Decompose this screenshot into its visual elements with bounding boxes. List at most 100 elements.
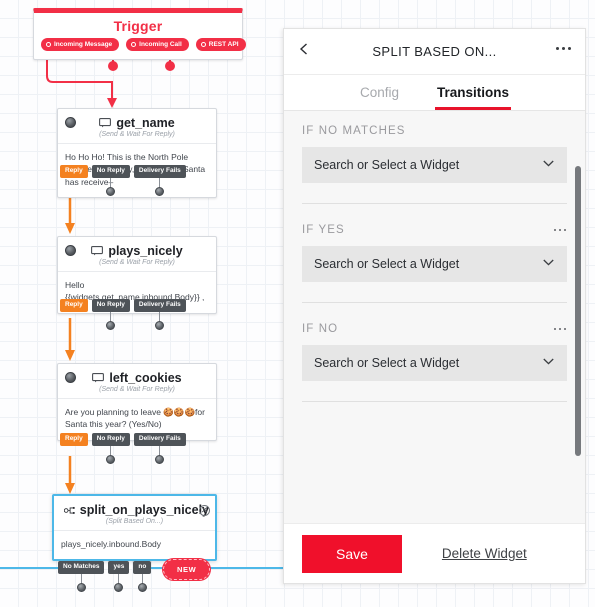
output-connector-dot[interactable] bbox=[114, 582, 124, 592]
circle-outline-icon bbox=[200, 42, 206, 47]
chevron-left-icon[interactable] bbox=[298, 43, 310, 55]
output-pill-label: No Reply bbox=[91, 433, 130, 446]
close-icon[interactable]: ✕ bbox=[199, 505, 210, 516]
more-horizontal-icon[interactable] bbox=[556, 47, 571, 50]
new-transition-button[interactable]: NEW bbox=[163, 559, 211, 580]
output-pill-label: Delivery Fails bbox=[133, 433, 186, 446]
output-pill-label: no bbox=[133, 561, 152, 574]
widget-config-panel: SPLIT BASED ON... Config Transitions IF … bbox=[283, 28, 586, 584]
widget-select-value: Search or Select a Widget bbox=[314, 257, 460, 271]
flow-builder-screen: Trigger Incoming Message Incoming Call R… bbox=[0, 0, 595, 607]
node-title-row: plays_nicely bbox=[64, 244, 210, 258]
output-connector-dot[interactable] bbox=[155, 320, 165, 330]
node-outputs-plays-nicely: Reply No Reply Delivery Fails bbox=[60, 299, 186, 330]
section-divider bbox=[302, 203, 567, 204]
split-branch-icon bbox=[64, 506, 75, 514]
transition-label-row: IF YES bbox=[302, 224, 567, 236]
output-connector-dot[interactable] bbox=[155, 454, 165, 464]
output-stem bbox=[110, 311, 112, 321]
output-pill-label: Reply bbox=[60, 433, 88, 446]
widget-select-value: Search or Select a Widget bbox=[314, 356, 460, 370]
node-subtitle: (Send & Wait For Reply) bbox=[99, 131, 175, 138]
widget-node-split-on-plays-nicely[interactable]: split_on_plays_nicely ✕ (Split Based On.… bbox=[52, 494, 217, 562]
output-connector-dot[interactable] bbox=[137, 582, 147, 592]
tab-transitions[interactable]: Transitions bbox=[435, 85, 512, 110]
more-horizontal-icon[interactable] bbox=[553, 226, 568, 235]
node-header: left_cookies (Send & Wait For Reply) bbox=[58, 364, 216, 399]
trigger-pill-row: Incoming Message Incoming Call REST API bbox=[34, 38, 246, 59]
output-delivery-fails[interactable]: Delivery Fails bbox=[133, 299, 186, 330]
input-connector-dot[interactable] bbox=[65, 117, 76, 128]
widget-select-if-no-matches[interactable]: Search or Select a Widget bbox=[302, 147, 567, 183]
panel-footer: Save Delete Widget bbox=[284, 523, 585, 583]
output-no-reply[interactable]: No Reply bbox=[91, 165, 130, 196]
input-connector-dot[interactable] bbox=[65, 245, 76, 256]
chevron-down-icon bbox=[543, 259, 554, 266]
widget-select-if-yes[interactable]: Search or Select a Widget bbox=[302, 246, 567, 282]
output-reply[interactable]: Reply bbox=[60, 165, 88, 178]
transitions-list: IF NO MATCHES Search or Select a Widget … bbox=[284, 111, 585, 523]
node-title-row: get_name bbox=[64, 116, 210, 130]
trigger-pill-label: Incoming Message bbox=[54, 41, 113, 48]
circle-outline-icon bbox=[131, 42, 137, 47]
transition-label: IF NO MATCHES bbox=[302, 125, 406, 137]
output-pill-label: No Matches bbox=[58, 561, 105, 574]
circle-outline-icon bbox=[46, 42, 51, 47]
output-stem bbox=[118, 573, 120, 583]
chevron-down-icon bbox=[543, 358, 554, 365]
output-connector-dot[interactable] bbox=[155, 186, 165, 196]
tab-config[interactable]: Config bbox=[358, 85, 401, 110]
panel-scrollbar[interactable] bbox=[575, 166, 581, 456]
output-connector-dot[interactable] bbox=[106, 320, 116, 330]
trigger-title: Trigger bbox=[113, 18, 163, 34]
output-stem bbox=[80, 573, 82, 583]
output-no[interactable]: no bbox=[133, 561, 152, 592]
node-outputs-get-name: Reply No Reply Delivery Fails bbox=[60, 165, 186, 196]
widget-node-left-cookies[interactable]: left_cookies (Send & Wait For Reply) Are… bbox=[57, 363, 217, 441]
output-stem bbox=[159, 177, 161, 187]
output-pill-label: Delivery Fails bbox=[133, 299, 186, 312]
output-pill-label: No Reply bbox=[91, 165, 130, 178]
trigger-pill-label: Incoming Call bbox=[139, 41, 182, 48]
widget-select-value: Search or Select a Widget bbox=[314, 158, 460, 172]
output-pill-label: Reply bbox=[60, 299, 88, 312]
output-connector-dot[interactable] bbox=[106, 186, 116, 196]
more-horizontal-icon[interactable] bbox=[553, 325, 568, 334]
trigger-pill-label: REST API bbox=[208, 41, 239, 48]
output-stem bbox=[110, 177, 112, 187]
save-button[interactable]: Save bbox=[302, 534, 402, 573]
output-delivery-fails[interactable]: Delivery Fails bbox=[133, 433, 186, 464]
node-header: get_name (Send & Wait For Reply) bbox=[58, 109, 216, 144]
node-subtitle: (Send & Wait For Reply) bbox=[99, 386, 175, 393]
section-divider bbox=[302, 401, 567, 402]
output-delivery-fails[interactable]: Delivery Fails bbox=[133, 165, 186, 196]
node-title: plays_nicely bbox=[108, 244, 183, 258]
output-reply[interactable]: Reply bbox=[60, 433, 88, 446]
output-no-reply[interactable]: No Reply bbox=[91, 299, 130, 330]
node-subtitle: (Send & Wait For Reply) bbox=[99, 259, 175, 266]
output-connector-dot[interactable] bbox=[106, 454, 116, 464]
trigger-pill-rest-api[interactable]: REST API bbox=[195, 38, 246, 51]
output-pill-label: yes bbox=[108, 561, 130, 574]
node-outputs-left-cookies: Reply No Reply Delivery Fails bbox=[60, 433, 186, 464]
delete-widget-link[interactable]: Delete Widget bbox=[442, 546, 527, 561]
node-outputs-split: No Matches yes no bbox=[58, 561, 152, 592]
widget-select-if-no[interactable]: Search or Select a Widget bbox=[302, 345, 567, 381]
output-stem bbox=[110, 445, 112, 455]
output-connector-dot[interactable] bbox=[76, 582, 86, 592]
node-body-text: plays_nicely.inbound.Body bbox=[61, 539, 162, 549]
output-stem bbox=[141, 573, 143, 583]
trigger-pill-incoming-call[interactable]: Incoming Call bbox=[126, 38, 189, 51]
node-header: split_on_plays_nicely ✕ (Split Based On.… bbox=[54, 496, 215, 531]
input-connector-dot[interactable] bbox=[65, 372, 76, 383]
node-title-row: left_cookies bbox=[64, 371, 210, 385]
output-no-reply[interactable]: No Reply bbox=[91, 433, 130, 464]
output-stem bbox=[159, 311, 161, 321]
output-reply[interactable]: Reply bbox=[60, 299, 88, 312]
output-yes[interactable]: yes bbox=[108, 561, 130, 592]
trigger-node[interactable]: Trigger Incoming Message Incoming Call R… bbox=[33, 8, 246, 60]
trigger-pill-incoming-message[interactable]: Incoming Message bbox=[41, 38, 120, 51]
output-stem bbox=[159, 445, 161, 455]
output-no-matches[interactable]: No Matches bbox=[58, 561, 105, 592]
node-title: left_cookies bbox=[109, 371, 182, 385]
